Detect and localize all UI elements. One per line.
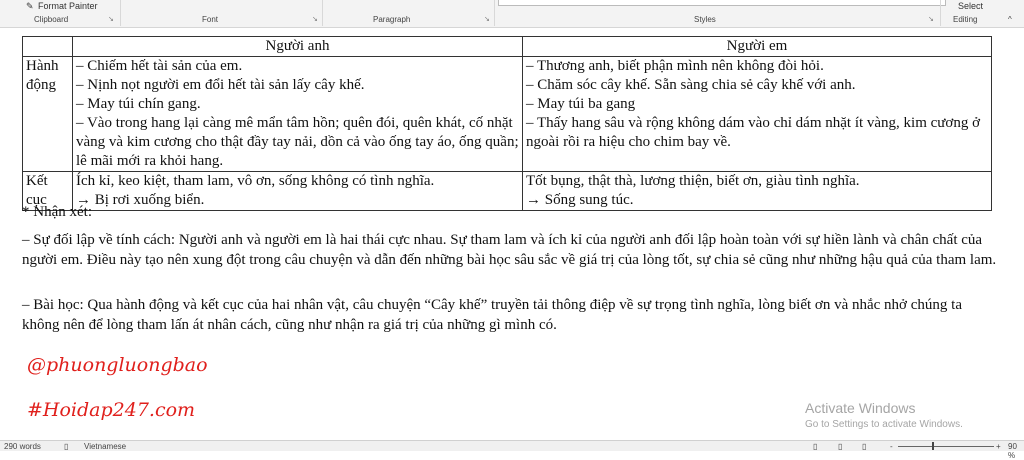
group-editing: Editing <box>953 15 978 24</box>
cell-line: – May túi chín gang. <box>76 96 201 112</box>
comparison-table: Người anh Người em Hành động – Chiếm hết… <box>22 36 992 211</box>
cell-line: – May túi ba gang <box>526 96 636 112</box>
signature-website: #Hoidap247.com <box>27 399 196 421</box>
header-cell <box>22 36 73 57</box>
clipboard-launcher-icon[interactable]: ↘ <box>108 15 114 23</box>
divider <box>322 0 323 26</box>
header-cell: Người anh <box>72 36 523 57</box>
header-cell: Người em <box>522 36 992 57</box>
web-layout-icon[interactable]: ▯ <box>862 442 866 451</box>
table-header-row: Người anh Người em <box>22 36 992 57</box>
zoom-in-button[interactable]: + <box>996 442 1001 451</box>
zoom-slider-thumb[interactable] <box>932 442 934 450</box>
group-paragraph: Paragraph <box>373 15 411 24</box>
cell-line: – Vào trong hang lại càng mê mẩn tâm hồn… <box>76 115 519 169</box>
print-layout-icon[interactable]: ▯ <box>838 442 842 451</box>
divider <box>494 0 495 26</box>
cell-line: – Nịnh nọt người em đổi hết tài sản lấy … <box>76 77 365 93</box>
font-launcher-icon[interactable]: ↘ <box>312 15 318 23</box>
remarks-heading: * Nhận xét: <box>22 204 92 220</box>
cell-anh: – Chiếm hết tài sản của em. – Nịnh nọt n… <box>72 56 523 172</box>
cell-line: Ích kỉ, keo kiệt, tham lam, vô ơn, sống … <box>76 173 435 189</box>
cell-line: Tốt bụng, thật thà, lương thiện, biết ơn… <box>526 173 860 189</box>
cell-line: – Thấy hang sâu và rộng không dám vào ch… <box>526 115 981 150</box>
cell-line: – Chăm sóc cây khế. Sẵn sàng chia sẻ cây… <box>526 77 856 93</box>
table-row: Hành động – Chiếm hết tài sản của em. – … <box>22 56 992 172</box>
ribbon: ✎ Format Painter Clipboard ↘ Font ↘ Para… <box>0 0 1024 28</box>
activate-windows-title: Activate Windows <box>805 400 916 416</box>
format-painter-icon[interactable]: ✎ <box>26 1 34 12</box>
group-styles: Styles <box>694 15 716 24</box>
word-count[interactable]: 290 words <box>4 442 41 451</box>
format-painter-button[interactable]: Format Painter <box>38 1 98 12</box>
collapse-ribbon-icon[interactable]: ^ <box>1008 15 1012 25</box>
remarks-paragraph: – Sự đối lập về tính cách: Người anh và … <box>22 232 997 268</box>
zoom-level[interactable]: 90 % <box>1008 442 1024 460</box>
status-bar: 290 words ▯ Vietnamese ▯ ▯ ▯ - + 90 % <box>0 440 1024 460</box>
remarks-paragraph: – Bài học: Qua hành động và kết cục của … <box>22 297 962 333</box>
row-label: Hành động <box>22 56 73 172</box>
read-mode-icon[interactable]: ▯ <box>813 442 817 451</box>
divider <box>120 0 121 26</box>
activate-windows-subtitle: Go to Settings to activate Windows. <box>805 419 963 430</box>
cell-line: – Thương anh, biết phận mình nên không đ… <box>526 58 824 74</box>
document-page[interactable]: Người anh Người em Hành động – Chiếm hết… <box>0 29 1024 439</box>
paragraph-launcher-icon[interactable]: ↘ <box>484 15 490 23</box>
group-font: Font <box>202 15 219 24</box>
zoom-out-button[interactable]: - <box>890 442 893 451</box>
zoom-slider[interactable] <box>898 446 994 447</box>
styles-launcher-icon[interactable]: ↘ <box>928 15 934 23</box>
proofing-icon[interactable]: ▯ <box>64 442 68 451</box>
signature-username: @phuongluongbao <box>27 354 208 376</box>
styles-gallery[interactable] <box>498 0 946 6</box>
group-clipboard: Clipboard <box>34 15 69 24</box>
cell-em: – Thương anh, biết phận mình nên không đ… <box>522 56 992 172</box>
divider <box>940 0 941 26</box>
select-button[interactable]: Select <box>958 1 983 12</box>
cell-line: – Chiếm hết tài sản của em. <box>76 58 243 74</box>
language-indicator[interactable]: Vietnamese <box>84 442 126 451</box>
